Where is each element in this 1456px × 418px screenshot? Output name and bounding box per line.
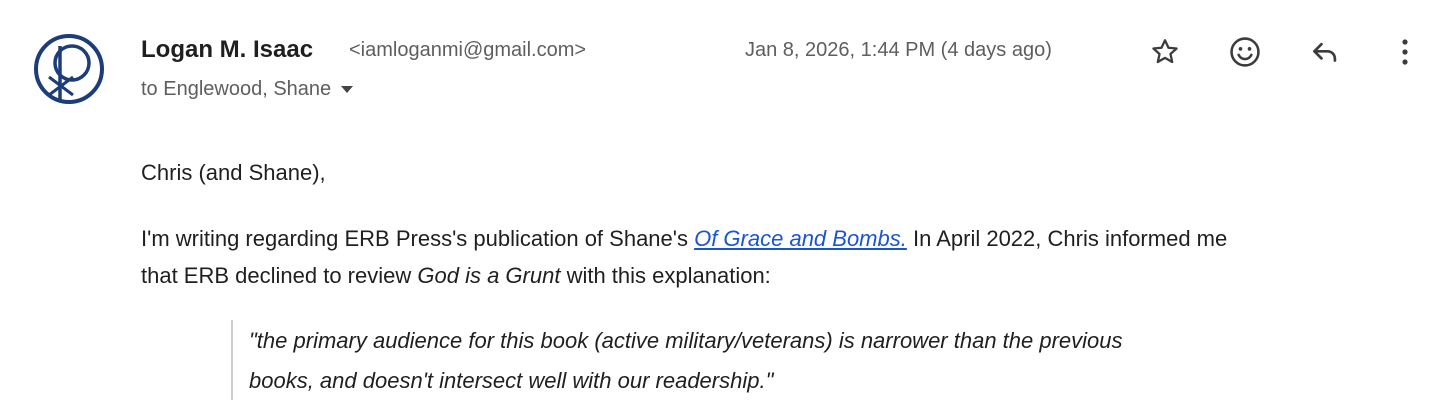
more-options-button[interactable] — [1385, 32, 1425, 72]
paragraph-text: that ERB declined to review — [141, 263, 418, 288]
star-icon — [1152, 39, 1178, 64]
body-paragraph-line2: that ERB declined to review God is a Gru… — [141, 263, 771, 289]
book-link[interactable]: Of Grace and Bombs. — [694, 226, 907, 251]
sender-name[interactable]: Logan M. Isaac — [141, 36, 313, 64]
emoji-icon — [1230, 37, 1260, 67]
body-paragraph-line1: I'm writing regarding ERB Press's public… — [141, 226, 1227, 252]
recipients-dropdown[interactable]: to Englewood, Shane — [141, 78, 354, 101]
chevron-down-icon — [341, 86, 354, 93]
paragraph-text: In April 2022, Chris informed me — [906, 226, 1228, 251]
quote-line: "the primary audience for this book (act… — [249, 328, 1123, 353]
chi-rho-logo-icon — [34, 34, 104, 104]
blockquote: "the primary audience for this book (act… — [231, 320, 1313, 400]
recipients-label: to Englewood, Shane — [141, 78, 332, 100]
reply-icon — [1313, 42, 1337, 62]
sender-email: <iamloganmi@gmail.com> — [349, 39, 587, 61]
paragraph-text: with this explanation: — [560, 263, 771, 288]
book-title: God is a Grunt — [417, 263, 561, 288]
greeting: Chris (and Shane), — [141, 160, 326, 185]
add-reaction-button[interactable] — [1225, 32, 1265, 72]
sender-avatar[interactable] — [33, 33, 105, 105]
reply-button[interactable] — [1305, 32, 1345, 72]
quote-line: books, and doesn't intersect well with o… — [249, 368, 774, 393]
paragraph-text: I'm writing regarding ERB Press's public… — [141, 226, 695, 251]
message-date: Jan 8, 2026, 1:44 PM (4 days ago) — [745, 39, 1052, 61]
star-button[interactable] — [1145, 32, 1185, 72]
more-vert-icon — [1402, 39, 1408, 65]
